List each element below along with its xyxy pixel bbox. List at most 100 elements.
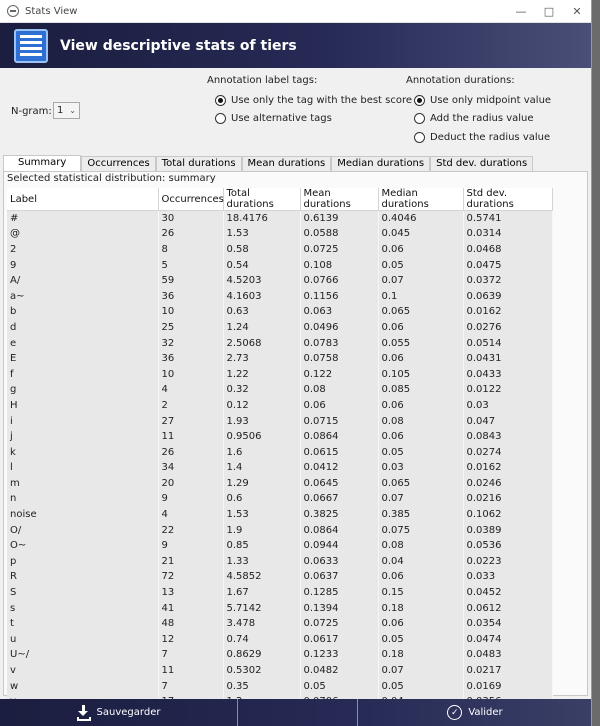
table-cell: 9	[158, 537, 224, 554]
radio-midpoint[interactable]: Use only midpoint value	[414, 95, 551, 106]
table-row[interactable]: e 32 2.5068 0.0783 0.055 0.0514	[7, 335, 553, 351]
maximize-icon[interactable]: □	[535, 5, 563, 18]
table-cell: 72	[158, 569, 224, 585]
table-cell: 0.18	[378, 647, 464, 663]
radio-best-tag[interactable]: Use only the tag with the best score	[215, 95, 412, 106]
table-cell: 1.22	[223, 366, 301, 383]
table-cell: 32	[158, 335, 224, 351]
table-cell: 0.0725	[300, 241, 379, 258]
table-cell: 0.6139	[300, 210, 379, 227]
table-row[interactable]: i 27 1.93 0.0715 0.08 0.047	[7, 413, 553, 429]
radio-add-radius[interactable]: Add the radius value	[414, 113, 534, 124]
table-row[interactable]: O~ 9 0.85 0.0944 0.08 0.0536	[7, 537, 553, 554]
tab-std-dev-durations[interactable]: Std dev. durations	[430, 156, 534, 171]
table-row[interactable]: noise 4 1.53 0.3825 0.385 0.1062	[7, 506, 553, 523]
column-header[interactable]: Mean durations	[300, 188, 379, 211]
table-row[interactable]: v 11 0.5302 0.0482 0.07 0.0217	[7, 662, 553, 679]
table-row[interactable]: s 41 5.7142 0.1394 0.18 0.0612	[7, 600, 553, 616]
column-header[interactable]: Std dev. durations	[463, 188, 553, 211]
table-row[interactable]: m 20 1.29 0.0645 0.065 0.0246	[7, 475, 553, 492]
ngram-select[interactable]: 1 ⌄	[53, 102, 80, 119]
radio-deduct-radius[interactable]: Deduct the radius value	[414, 132, 550, 143]
ngram-value: 1	[57, 105, 64, 116]
table-cell: 0.06	[300, 397, 379, 414]
minimize-icon[interactable]: —	[507, 5, 535, 18]
table-cell: 0.065	[378, 475, 464, 492]
table-cell: 0.05	[300, 678, 379, 694]
table-row[interactable]: g 4 0.32 0.08 0.085 0.0122	[7, 382, 553, 398]
table-cell: 0.06	[378, 241, 464, 258]
table-row[interactable]: 2 8 0.58 0.0725 0.06 0.0468	[7, 241, 553, 258]
column-header[interactable]: Total durations	[223, 188, 301, 211]
table-row[interactable]: A/59 4.5203 0.0766 0.07 0.0372	[7, 272, 553, 289]
table-row[interactable]: #30 18.4176 0.6139 0.4046 0.5741	[7, 210, 553, 227]
table-cell: 0.0223	[463, 553, 553, 570]
table-cell: S	[7, 584, 159, 601]
table-cell: 0.0274	[463, 444, 553, 460]
close-icon[interactable]: ✕	[563, 5, 591, 18]
table-cell: 11	[158, 428, 224, 445]
table-cell: H	[7, 397, 159, 414]
table-row[interactable]: E 36 2.73 0.0758 0.06 0.0431	[7, 350, 553, 367]
durations-title: Annotation durations:	[406, 75, 515, 86]
table-cell: 0.1285	[300, 584, 379, 601]
table-row[interactable]: u 12 0.74 0.0617 0.05 0.0474	[7, 631, 553, 648]
table-cell: 0.385	[378, 506, 464, 523]
table-row[interactable]: 9 5 0.54 0.108 0.05 0.0475	[7, 257, 553, 273]
table-cell: i	[7, 413, 159, 429]
tab-total-durations[interactable]: Total durations	[155, 156, 242, 171]
save-button[interactable]: Sauvegarder	[0, 699, 238, 726]
table-cell: j	[7, 428, 159, 445]
table-cell: 0.0389	[463, 522, 553, 538]
table-row[interactable]: p 21 1.33 0.0633 0.04 0.0223	[7, 553, 553, 570]
table-row[interactable]: R 72 4.5852 0.0637 0.06 0.033	[7, 569, 553, 585]
table-cell: 0.0783	[300, 335, 379, 351]
table-cell: 0.54	[223, 257, 301, 273]
table-row[interactable]: n 9 0.6 0.0667 0.07 0.0216	[7, 491, 553, 507]
table-row[interactable]: H 2 0.12 0.06 0.06 0.03	[7, 397, 553, 414]
table-cell: f	[7, 366, 159, 383]
table-cell: 21	[158, 553, 224, 570]
table-cell: R	[7, 569, 159, 585]
table-cell: 0.105	[378, 366, 464, 383]
tab-median-durations[interactable]: Median durations	[331, 156, 431, 171]
table-row[interactable]: a~ 36 4.1603 0.1156 0.1 0.0639	[7, 288, 553, 305]
table-cell: 36	[158, 288, 224, 305]
table-cell: 0.05	[378, 631, 464, 648]
table-row[interactable]: l 34 1.4 0.0412 0.03 0.0162	[7, 460, 553, 476]
table-cell: 26	[158, 226, 224, 242]
table-row[interactable]: j 11 0.9506 0.0864 0.06 0.0843	[7, 428, 553, 445]
table-cell: 0.108	[300, 257, 379, 273]
table-cell: E	[7, 350, 159, 367]
column-header[interactable]: Median durations	[378, 188, 464, 211]
tab-mean-durations[interactable]: Mean durations	[241, 156, 332, 171]
table-row[interactable]: @26 1.53 0.0588 0.045 0.0314	[7, 226, 553, 242]
table-row[interactable]: b 10 0.63 0.063 0.065 0.0162	[7, 304, 553, 320]
radio-alt-tags[interactable]: Use alternative tags	[215, 113, 332, 124]
table-cell: t	[7, 615, 159, 632]
table-row[interactable]: t 48 3.478 0.0725 0.06 0.0354	[7, 615, 553, 632]
table-cell: 36	[158, 350, 224, 367]
table-cell: 1.6	[223, 444, 301, 460]
table-row[interactable]: d 25 1.24 0.0496 0.06 0.0276	[7, 319, 553, 336]
table-row[interactable]: k 26 1.6 0.0615 0.05 0.0274	[7, 444, 553, 460]
table-row[interactable]: U~/7 0.8629 0.1233 0.18 0.0483	[7, 647, 553, 663]
table-row[interactable]: f 10 1.22 0.122 0.105 0.0433	[7, 366, 553, 383]
tab-occurrences[interactable]: Occurrences	[81, 156, 156, 171]
table-cell: 4	[158, 506, 224, 523]
table-cell: U~/	[7, 647, 159, 663]
column-header[interactable]: Occurrences	[158, 188, 224, 211]
table-cell: 0.0536	[463, 537, 553, 554]
table-cell: 0.9506	[223, 428, 301, 445]
table-row[interactable]: w 7 0.35 0.05 0.05 0.0169	[7, 678, 553, 694]
ok-button[interactable]: ✓ Valider	[358, 699, 591, 726]
table-cell: 0.055	[378, 335, 464, 351]
table-cell: v	[7, 662, 159, 679]
column-header[interactable]: Label	[7, 188, 159, 211]
table-cell: 0.0588	[300, 226, 379, 242]
table-cell: 11	[158, 662, 224, 679]
table-row[interactable]: O/22 1.9 0.0864 0.075 0.0389	[7, 522, 553, 538]
tab-summary[interactable]: Summary	[3, 155, 82, 171]
table-row[interactable]: S 13 1.67 0.1285 0.15 0.0452	[7, 584, 553, 601]
radio-unselected-icon	[414, 132, 425, 143]
